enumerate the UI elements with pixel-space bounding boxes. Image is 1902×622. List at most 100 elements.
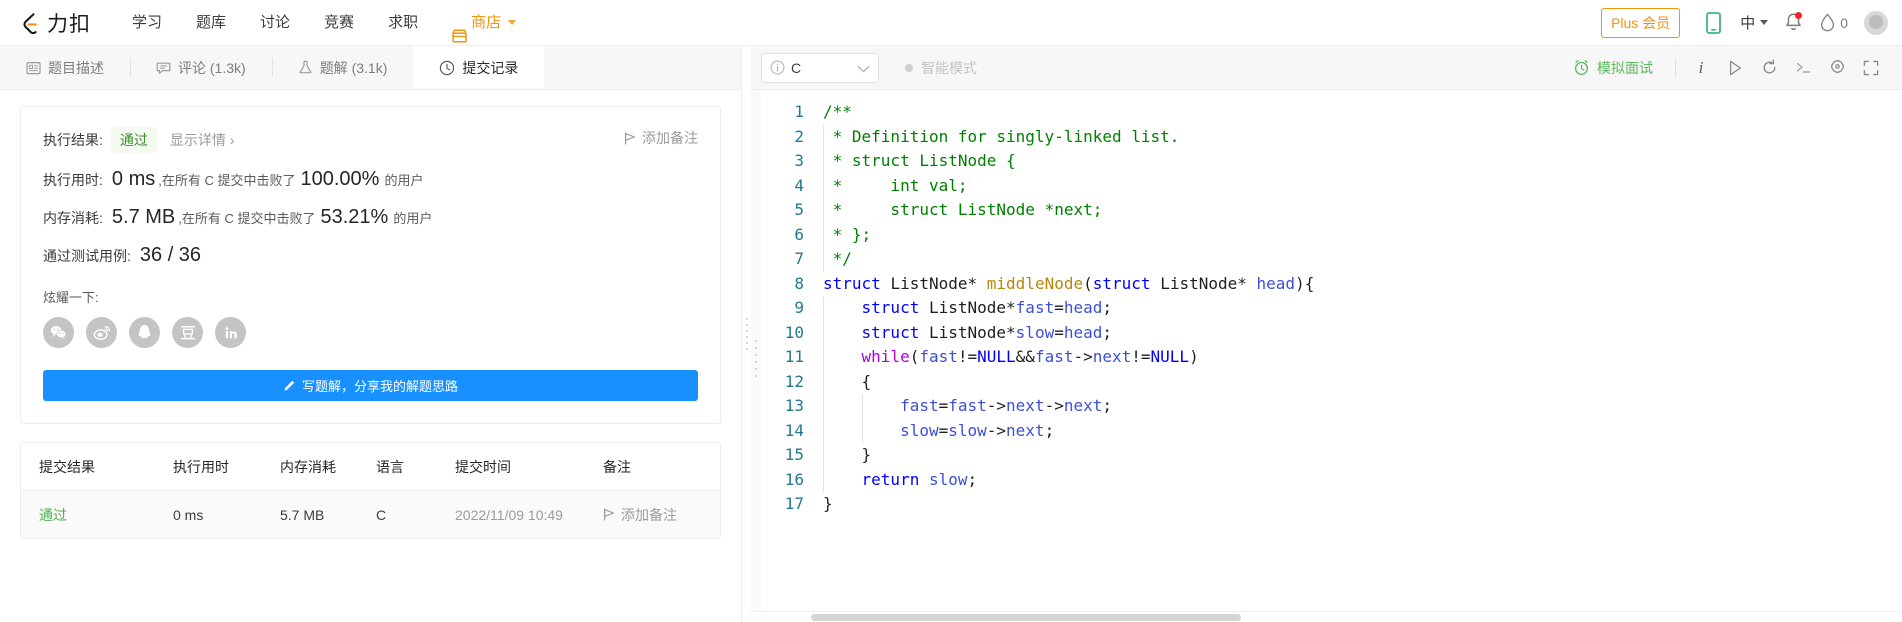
code-line[interactable]: fast=fast->next->next;	[815, 394, 1902, 419]
row-language: C	[376, 506, 387, 523]
result-status-row: 执行结果: 通过 显示详情 ›	[43, 127, 698, 153]
plus-membership-button[interactable]: Plus 会员	[1601, 7, 1681, 38]
runtime-value: 0 ms	[111, 168, 156, 190]
mobile-app-icon[interactable]	[1696, 6, 1730, 40]
tab-description-label: 题目描述	[48, 59, 104, 76]
line-number: 2	[794, 126, 804, 146]
mock-interview-button[interactable]: 模拟面试	[1573, 58, 1667, 78]
code-line[interactable]: */	[815, 247, 1902, 272]
memory-label: 内存消耗:	[43, 210, 103, 226]
nav-link-problems[interactable]: 题库	[179, 0, 243, 46]
douban-icon[interactable]	[172, 317, 203, 348]
nav-link-store[interactable]: 商店	[435, 0, 533, 46]
problem-tab-bar: 题目描述 评论 (1.3k) 题解 (3.1k) 提交记录	[0, 46, 741, 90]
left-scroll-region[interactable]: 添加备注 执行结果: 通过 显示详情 › 执行用时: 0 ms ,在所有 C 提…	[0, 90, 741, 622]
reset-icon[interactable]	[1752, 51, 1786, 85]
write-solution-button[interactable]: 写题解，分享我的解题思路	[43, 370, 698, 401]
fullscreen-icon[interactable]	[1854, 51, 1888, 85]
user-avatar[interactable]	[1864, 10, 1888, 35]
tab-description[interactable]: 题目描述	[0, 46, 130, 89]
add-note-button[interactable]: 添加备注	[624, 128, 698, 148]
run-icon[interactable]	[1718, 51, 1752, 85]
flag-icon	[625, 131, 635, 145]
code-line[interactable]: /**	[815, 100, 1902, 125]
code-line[interactable]: slow=slow->next;	[815, 418, 1902, 443]
top-nav-right-cluster: Plus 会员 中 0	[1601, 6, 1888, 40]
language-switcher[interactable]: 中	[1730, 12, 1776, 33]
tab-submissions[interactable]: 提交记录	[413, 46, 545, 89]
code-line[interactable]: struct ListNode*slow=head;	[815, 320, 1902, 345]
runtime-row: 执行用时: 0 ms ,在所有 C 提交中击败了 100.00% 的用户	[43, 168, 698, 191]
streak-counter[interactable]: 0	[1810, 13, 1854, 32]
runtime-label: 执行用时:	[43, 172, 103, 188]
alarm-clock-icon	[1574, 60, 1589, 75]
submissions-table-header: 提交结果 执行用时 内存消耗 语言 提交时间 备注	[21, 443, 720, 491]
tab-solutions[interactable]: 题解 (3.1k)	[271, 46, 414, 89]
code-line[interactable]: * int val;	[815, 173, 1902, 198]
code-line[interactable]: while(fast!=NULL&&fast->next!=NULL)	[815, 345, 1902, 370]
col-header-memory: 内存消耗	[280, 458, 336, 475]
leetcode-logo-icon	[18, 10, 44, 36]
qq-icon[interactable]	[129, 317, 160, 348]
code-area[interactable]: 1 2 3 4 5 6 7 8 9 10 11 12 13 14 15 16 17 /** * Definiti…	[761, 90, 1902, 611]
nav-link-study[interactable]: 学习	[115, 0, 179, 46]
linkedin-icon[interactable]	[215, 317, 246, 348]
code-line[interactable]: }	[815, 443, 1902, 468]
editor-minimap-gutter[interactable]	[751, 90, 761, 611]
code-content[interactable]: /** * Definition for singly-linked list.…	[815, 90, 1902, 611]
page-body: 题目描述 评论 (1.3k) 题解 (3.1k) 提交记录 添加备注 执行结果:…	[0, 46, 1902, 622]
code-line[interactable]: }	[815, 492, 1902, 517]
nav-link-discuss[interactable]: 讨论	[243, 0, 307, 46]
code-line[interactable]: struct ListNode*fast=head;	[815, 296, 1902, 321]
result-status-label: 执行结果:	[43, 132, 103, 148]
code-line[interactable]: * Definition for singly-linked list.	[815, 124, 1902, 149]
row-add-note-button[interactable]: 添加备注	[597, 505, 720, 525]
code-line[interactable]: return slow;	[815, 467, 1902, 492]
col-header-result: 提交结果	[39, 458, 95, 475]
console-icon[interactable]	[1786, 51, 1820, 85]
mock-interview-label: 模拟面试	[1597, 59, 1653, 76]
line-number: 14	[784, 420, 804, 440]
line-number: 12	[784, 371, 804, 391]
language-select-value: C	[791, 59, 802, 76]
wechat-icon[interactable]	[43, 317, 74, 348]
weibo-icon[interactable]	[86, 317, 117, 348]
col-header-language: 语言	[376, 458, 404, 475]
tab-solutions-label: 题解 (3.1k)	[319, 59, 388, 76]
status-badge: 通过	[110, 127, 157, 153]
language-select[interactable]: C	[761, 52, 879, 83]
main-nav-links: 学习 题库 讨论 竞赛 求职 商店	[115, 0, 533, 46]
brand-logo-link[interactable]: 力扣	[18, 8, 91, 38]
code-line[interactable]: * };	[815, 222, 1902, 247]
nav-link-jobs[interactable]: 求职	[371, 0, 435, 46]
notifications-button[interactable]	[1776, 6, 1810, 40]
editor-horizontal-scrollbar[interactable]	[751, 611, 1902, 622]
row-status[interactable]: 通过	[21, 505, 167, 525]
nav-link-contest[interactable]: 竞赛	[307, 0, 371, 46]
chevron-down-icon	[857, 60, 870, 76]
table-row[interactable]: 通过 0 ms 5.7 MB C 2022/11/09 10:49 添加备注	[21, 491, 720, 538]
code-editor[interactable]: 1 2 3 4 5 6 7 8 9 10 11 12 13 14 15 16 17 /** * Definiti…	[751, 90, 1902, 611]
code-line[interactable]: * struct ListNode *next;	[815, 198, 1902, 223]
smart-mode-toggle[interactable]: 智能模式	[905, 58, 977, 78]
show-detail-link[interactable]: 显示详情 ›	[170, 130, 235, 150]
row-time: 2022/11/09 10:49	[455, 506, 563, 523]
share-icon-list	[43, 317, 698, 348]
info-icon	[770, 60, 785, 75]
code-line[interactable]: {	[815, 369, 1902, 394]
code-line[interactable]: struct ListNode* middleNode(struct ListN…	[815, 272, 1902, 297]
editor-toolbar: C 智能模式 模拟面试 i	[751, 46, 1902, 90]
scrollbar-thumb[interactable]	[811, 614, 1241, 621]
chevron-down-icon	[1760, 20, 1769, 25]
code-line[interactable]: * struct ListNode {	[815, 149, 1902, 174]
pane-splitter[interactable]	[742, 46, 751, 622]
info-icon[interactable]: i	[1684, 51, 1718, 85]
settings-icon[interactable]	[1820, 51, 1854, 85]
tab-comments[interactable]: 评论 (1.3k)	[130, 46, 272, 89]
runtime-compare-suffix: 的用户	[384, 173, 424, 188]
editor-toolbar-right: 模拟面试 i	[1573, 51, 1888, 85]
line-number: 6	[794, 224, 804, 244]
line-number: 11	[784, 347, 804, 366]
col-header-runtime: 执行用时	[173, 458, 229, 475]
brand-name: 力扣	[47, 12, 91, 36]
